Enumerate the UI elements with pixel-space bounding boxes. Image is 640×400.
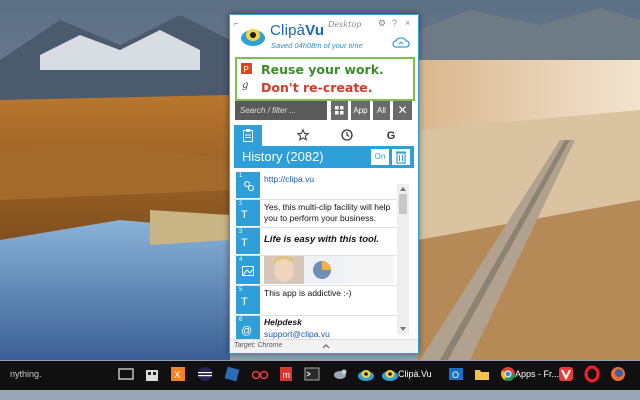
item-number: 4 [239, 257, 243, 263]
pin-icon[interactable]: ⌐ [234, 19, 239, 28]
office-doc-icon: P g [241, 63, 252, 91]
tab-bar: G [230, 125, 418, 147]
promo-banner: P g Reuse your work. Don't re-create. [235, 57, 415, 101]
clipavu-window: ⌐ ClipàVu Desktop Saved 04h08m of your t… [229, 14, 419, 354]
item-badge: 5 T [236, 286, 260, 314]
glasses-app-icon[interactable] [250, 364, 270, 384]
clipavu-taskbar-icon-active[interactable] [380, 364, 400, 384]
cloud-sync-icon[interactable] [392, 37, 410, 49]
text-type-icon: T [241, 237, 248, 249]
svg-text:P: P [244, 65, 249, 74]
list-item[interactable]: 1 http://clipa.vu [234, 171, 404, 200]
list-item[interactable]: 3 T Life is easy with this tool. [234, 227, 404, 256]
item-number: 6 [239, 317, 243, 323]
tab-clipboard[interactable] [234, 125, 262, 147]
item-badge: 4 [236, 256, 260, 284]
item-text: http://clipa.vu [264, 174, 315, 184]
chevron-up-icon[interactable] [322, 343, 330, 349]
item-number: 2 [239, 201, 243, 207]
history-scrollbar[interactable] [397, 184, 409, 334]
outlook-icon[interactable]: O [446, 364, 466, 384]
list-item[interactable]: 2 T Yes, this multi-clip facility will h… [234, 199, 404, 228]
svg-text:O: O [452, 370, 459, 380]
taskbar-search-hint[interactable]: nything. [10, 369, 42, 379]
vivaldi-icon[interactable] [556, 364, 576, 384]
item-badge: 2 T [236, 200, 260, 226]
item-number: 1 [239, 173, 243, 179]
search-input[interactable]: Search / filter ... [235, 101, 327, 120]
item-text: This app is addictive :-) [264, 288, 352, 298]
saved-time-text: Saved 04h08m of your time [271, 41, 363, 50]
grid-view-button[interactable] [331, 101, 348, 120]
text-type-icon: T [241, 209, 248, 221]
history-title: History (2082) [242, 149, 324, 164]
banner-line-2: Don't re-create. [261, 80, 373, 95]
opera-icon[interactable] [582, 364, 602, 384]
clipavu-taskbar-label[interactable]: Clipà.Vu [398, 369, 432, 379]
clear-filter-button[interactable]: ✕ [393, 101, 412, 120]
xampp-icon[interactable]: X [168, 364, 188, 384]
svg-text:g: g [242, 80, 248, 91]
store-icon[interactable] [142, 364, 162, 384]
tab-recent[interactable] [324, 125, 370, 147]
red-app-icon[interactable]: m [276, 364, 296, 384]
eclipse-icon[interactable] [195, 364, 215, 384]
svg-text:X: X [174, 370, 181, 381]
filter-toolbar: Search / filter ... App All ✕ [235, 101, 413, 121]
svg-text:m: m [283, 370, 291, 380]
help-button[interactable]: ? [392, 18, 397, 28]
all-filter-button[interactable]: All [373, 101, 390, 120]
list-item[interactable]: 5 T This app is addictive :-) [234, 285, 404, 316]
list-item[interactable]: 4 [234, 255, 404, 286]
close-button[interactable]: × [405, 18, 410, 28]
brand-suffix: Vu [305, 22, 325, 39]
item-text: Life is easy with this tool. [264, 234, 380, 245]
star-icon [296, 128, 310, 141]
banner-line-1: Reuse your work. [261, 62, 384, 77]
task-view-icon[interactable] [116, 364, 136, 384]
clip-image-preview [264, 256, 394, 284]
history-header: History (2082) On [234, 146, 414, 168]
history-toggle-button[interactable]: On [371, 149, 389, 165]
trash-icon [396, 151, 406, 164]
clipavu-taskbar-icon[interactable] [356, 364, 376, 384]
grid-icon [335, 106, 344, 115]
item-badge: 1 [236, 172, 260, 198]
clipavu-logo-icon [241, 29, 265, 46]
item-number: 3 [239, 229, 243, 235]
target-status: Target: Chrome [234, 342, 283, 349]
tab-google[interactable]: G [368, 125, 414, 147]
tab-favorites[interactable] [280, 125, 326, 147]
virtualbox-icon[interactable] [222, 364, 242, 384]
clipavu-header: ⌐ ClipàVu Desktop Saved 04h08m of your t… [230, 15, 418, 55]
contact-type-icon: @ [241, 325, 253, 337]
clipboard-icon [243, 129, 253, 142]
history-list: 1 http://clipa.vu 2 T Yes, this multi-cl… [234, 171, 404, 347]
image-type-icon [242, 266, 254, 276]
delete-history-button[interactable] [392, 149, 410, 165]
status-bar: Target: Chrome [230, 339, 418, 353]
clock-icon [341, 129, 353, 141]
settings-button[interactable]: ⚙ [378, 18, 386, 29]
brand-prefix: Clipà [270, 22, 306, 39]
text-type-icon: T [241, 296, 248, 308]
terminal-icon[interactable] [302, 364, 322, 384]
bird-app-icon[interactable] [330, 364, 350, 384]
apps-taskbar-label[interactable]: Apps - Fr... [515, 369, 559, 379]
item-number: 5 [239, 287, 243, 293]
brand-name: ClipàVu [270, 22, 324, 39]
clear-icon: ✕ [397, 103, 408, 117]
link-icon [244, 181, 254, 191]
item-text-title: Helpdesk [264, 317, 302, 327]
app-filter-button[interactable]: App [351, 101, 370, 120]
edition-tag: Desktop [328, 20, 362, 29]
item-text: Yes, this multi-clip facility will help … [264, 202, 391, 223]
item-badge: 3 T [236, 228, 260, 254]
firefox-icon[interactable] [608, 364, 628, 384]
folder-icon[interactable] [472, 364, 492, 384]
